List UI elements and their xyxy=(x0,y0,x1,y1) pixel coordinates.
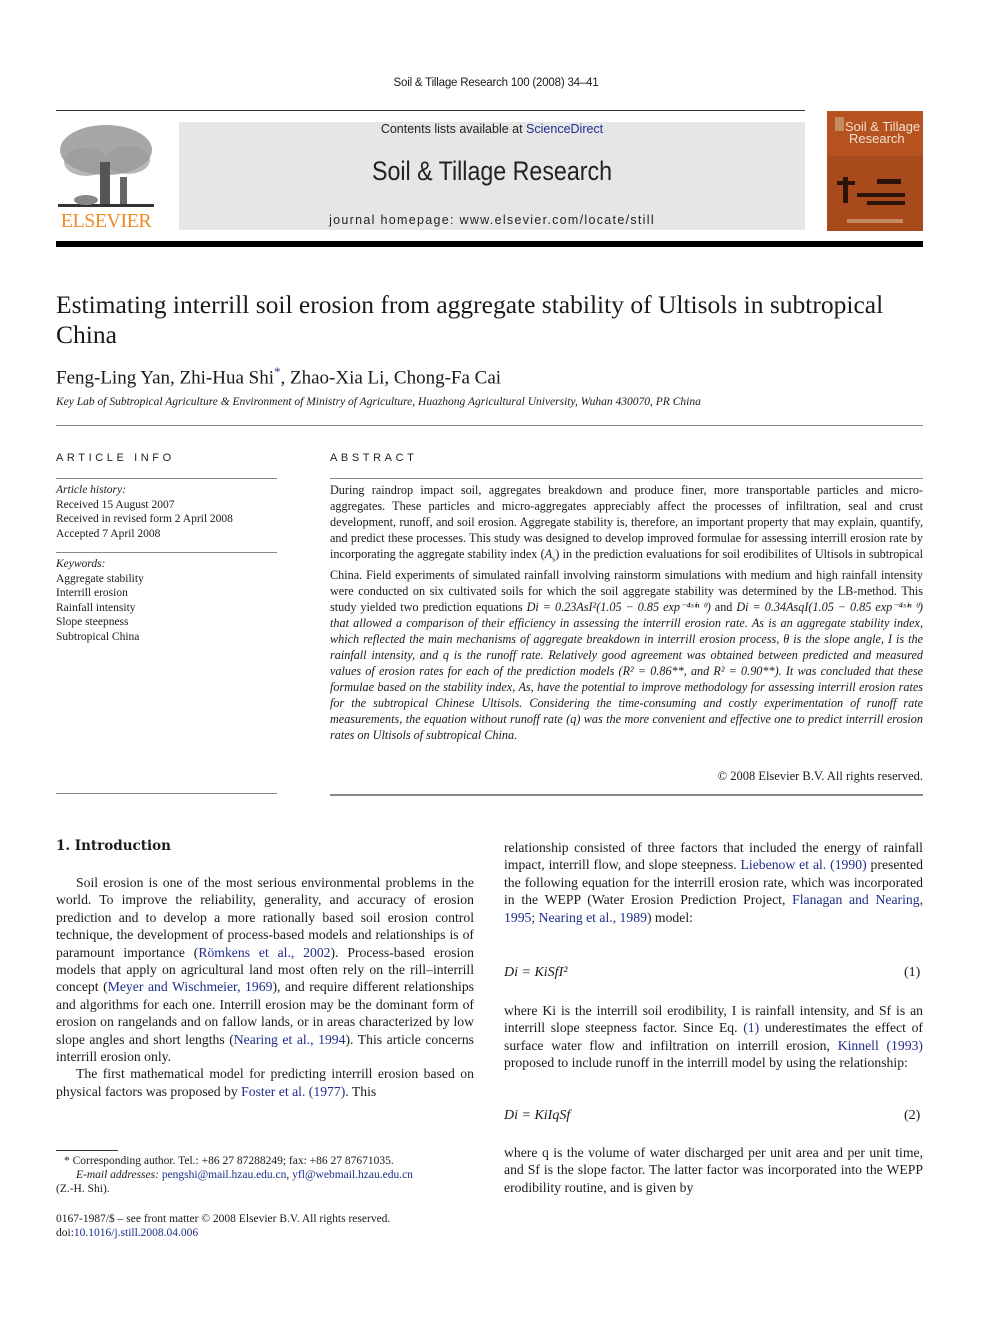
sciencedirect-link[interactable]: ScienceDirect xyxy=(526,122,603,136)
abstract-heading: ABSTRACT xyxy=(330,452,418,464)
journal-cover[interactable]: Soil & Tillage Research xyxy=(827,111,923,231)
citation-link[interactable]: Kinnell (1993) xyxy=(838,1038,923,1053)
doi-link[interactable]: 10.1016/j.still.2008.04.006 xyxy=(74,1227,198,1239)
keywords-rule xyxy=(56,552,277,553)
authors-rest: , Zhao-Xia Li, Chong-Fa Cai xyxy=(280,367,502,389)
keyword: Subtropical China xyxy=(56,630,140,643)
journal-banner: Contents lists available at ScienceDirec… xyxy=(179,122,805,230)
affiliation: Key Lab of Subtropical Agriculture & Env… xyxy=(56,396,701,408)
issn-line: 0167-1987/$ – see front matter © 2008 El… xyxy=(56,1213,391,1225)
intro-paragraph-2: The first mathematical model for predict… xyxy=(56,1065,474,1100)
doi-label: doi: xyxy=(56,1227,74,1239)
elsevier-logo[interactable]: ELSEVIER xyxy=(56,122,156,232)
right-paragraph-1: relationship consisted of three factors … xyxy=(504,839,923,926)
corresponding-author-note: * Corresponding author. Tel.: +86 27 872… xyxy=(64,1155,394,1167)
equation-2: Di = KiIqSf xyxy=(504,1108,571,1123)
abstract-equation-1: Di = 0.23AsI²(1.05 − 0.85 exp⁻⁴ˢⁱⁿ ᶿ) xyxy=(526,600,711,615)
keywords: Keywords: Aggregate stability Interrill … xyxy=(56,557,277,644)
header-rule xyxy=(56,110,805,111)
keyword: Interrill erosion xyxy=(56,587,128,599)
right-paragraph-2: where Ki is the interrill soil erodibili… xyxy=(504,1002,923,1072)
article-history: Article history: Received 15 August 2007… xyxy=(56,483,277,541)
abstract-bottom-rule xyxy=(330,794,923,796)
email-owner: (Z.-H. Shi). xyxy=(56,1183,110,1195)
footnote-rule xyxy=(56,1150,118,1151)
abstract-text: During raindrop impact soil, aggregates … xyxy=(330,483,923,743)
keyword: Slope steepness xyxy=(56,616,129,628)
masthead-rule xyxy=(56,241,923,247)
authors-first: Feng-Ling Yan, Zhi-Hua Shi xyxy=(56,367,274,389)
right-paragraph-3: where q is the volume of water discharge… xyxy=(504,1145,923,1195)
history-received: Received 15 August 2007 xyxy=(56,498,175,511)
article-info-bottom-rule xyxy=(56,793,277,794)
article-info-rule xyxy=(56,478,277,479)
history-revised: Received in revised form 2 April 2008 xyxy=(56,513,233,525)
author-list: Feng-Ling Yan, Zhi-Hua Shi*, Zhao-Xia Li… xyxy=(56,364,501,389)
email-label: E-mail addresses: xyxy=(76,1169,162,1181)
elsevier-wordmark: ELSEVIER xyxy=(60,210,152,232)
equation-1: Di = KiSfI² xyxy=(504,965,568,980)
abstract-p4: that allowed a comparison of their effic… xyxy=(330,616,923,743)
contents-prefix: Contents lists available at xyxy=(380,122,527,136)
intro-paragraph-1: Soil erosion is one of the most serious … xyxy=(56,874,474,1065)
abstract-equation-2: Di = 0.34AsqI(1.05 − 0.85 exp⁻⁴ˢⁱⁿ ᶿ) xyxy=(736,600,923,615)
abstract-p3: and xyxy=(710,600,737,615)
keywords-label: Keywords: xyxy=(56,558,106,570)
abstract-rule xyxy=(330,478,923,479)
journal-title: Soil & Tillage Research xyxy=(371,156,613,186)
citation-link[interactable]: Foster et al. (1977) xyxy=(241,1084,345,1099)
citation-link[interactable]: Liebenow et al. (1990) xyxy=(741,857,867,872)
footnote-corresponding: * Corresponding author. Tel.: +86 27 872… xyxy=(56,1154,496,1196)
text: ) model: xyxy=(646,909,693,925)
text: . This xyxy=(345,1083,377,1099)
equation-2-number: (2) xyxy=(904,1108,921,1123)
citation-link[interactable]: Nearing et al., 1994 xyxy=(234,1032,346,1047)
equation-ref-link[interactable]: (1) xyxy=(743,1020,759,1035)
history-accepted: Accepted 7 April 2008 xyxy=(56,527,161,540)
equation-1-number: (1) xyxy=(904,965,921,980)
email-link[interactable]: pengshi@mail.hzau.edu.cn xyxy=(162,1169,287,1181)
running-header: Soil & Tillage Research 100 (2008) 34–41 xyxy=(393,77,599,89)
article-info-heading: ARTICLE INFO xyxy=(56,452,175,464)
citation-link[interactable]: Römkens et al., 2002 xyxy=(198,945,330,960)
cover-petroglyph-icon xyxy=(827,117,923,231)
citation-link[interactable]: Meyer and Wischmeier, 1969 xyxy=(108,979,273,994)
email-link[interactable]: yfl@webmail.hzau.edu.cn xyxy=(292,1169,413,1181)
keyword: Rainfall intensity xyxy=(56,601,136,614)
footnote-issn: 0167-1987/$ – see front matter © 2008 El… xyxy=(56,1212,496,1240)
intro-right-column-top: relationship consisted of three factors … xyxy=(504,839,923,926)
affiliation-rule xyxy=(56,425,923,426)
article-title: Estimating interrill soil erosion from a… xyxy=(56,290,884,349)
contents-line: Contents lists available at ScienceDirec… xyxy=(179,122,805,136)
intro-right-column-mid: where Ki is the interrill soil erodibili… xyxy=(504,1002,923,1072)
section-heading-introduction: 1. Introduction xyxy=(56,838,171,854)
abstract-copyright: © 2008 Elsevier B.V. All rights reserved… xyxy=(717,769,923,783)
intro-right-column-bottom: where q is the volume of water discharge… xyxy=(504,1144,923,1196)
text: proposed to include runoff in the interr… xyxy=(504,1055,908,1071)
intro-left-column: Soil erosion is one of the most serious … xyxy=(56,874,474,1100)
journal-homepage[interactable]: journal homepage: www.elsevier.com/locat… xyxy=(179,213,805,227)
keyword: Aggregate stability xyxy=(56,572,144,585)
history-label: Article history: xyxy=(56,484,126,496)
